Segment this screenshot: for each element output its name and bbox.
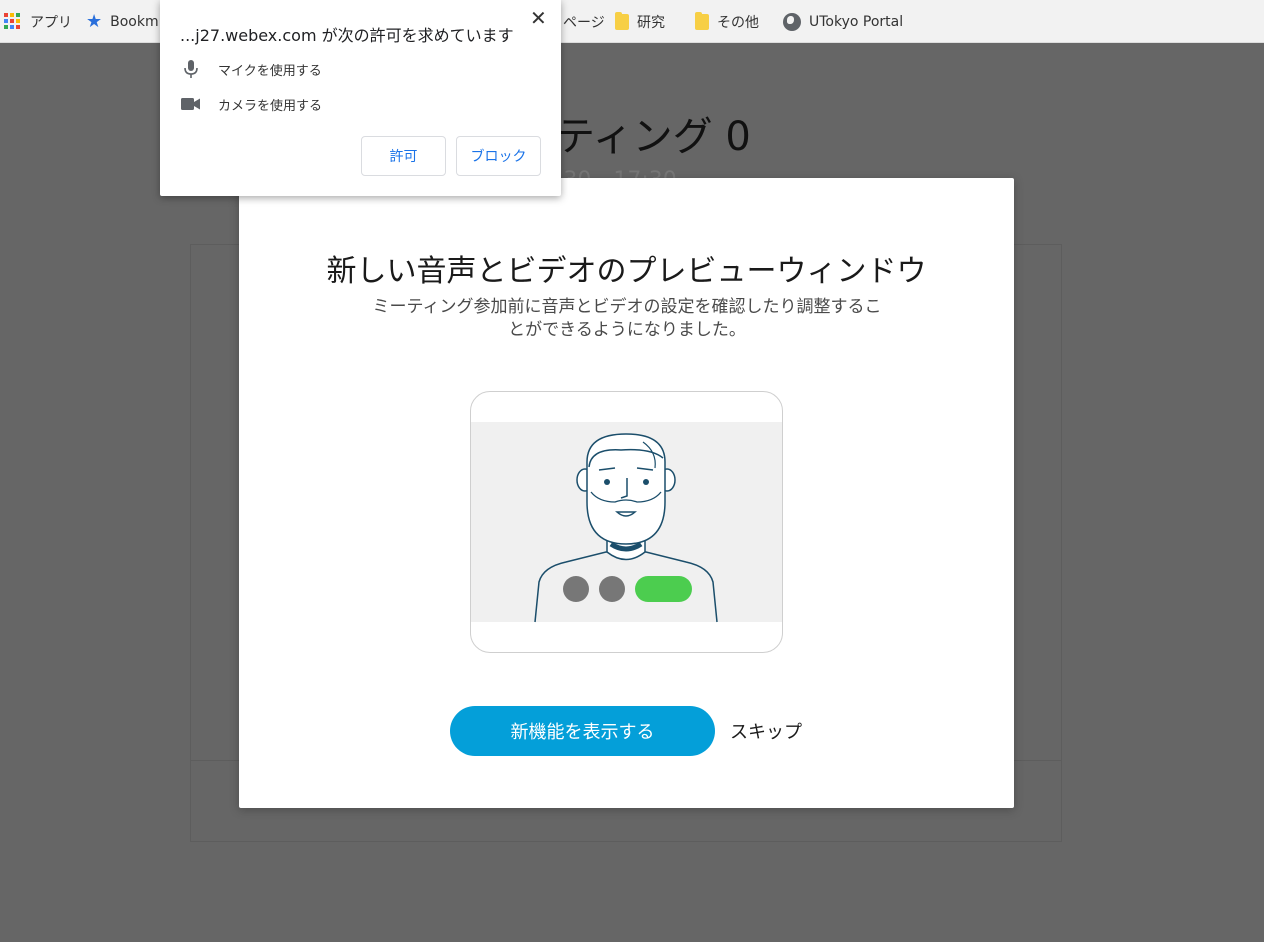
- permission-mic-row: マイクを使用する: [180, 58, 322, 80]
- permission-title: ...j27.webex.com が次の許可を求めています: [180, 26, 514, 45]
- bookmark-bookmarks[interactable]: ★ Bookm: [86, 0, 159, 43]
- bookmark-research[interactable]: 研究: [615, 0, 665, 43]
- description-line-1: ミーティング参加前に音声とビデオの設定を確認したり調整するこ: [372, 297, 882, 317]
- bookmark-bookmarks-label: Bookm: [110, 13, 159, 30]
- globe-icon: [783, 12, 801, 31]
- dialog-description: ミーティング参加前に音声とビデオの設定を確認したり調整するこ とができるようにな…: [327, 296, 927, 342]
- skip-button[interactable]: スキップ: [730, 718, 802, 744]
- folder-icon: [695, 11, 709, 30]
- bookmark-research-label: 研究: [637, 14, 665, 31]
- bookmark-utokyo-portal[interactable]: UTokyo Portal: [783, 0, 903, 43]
- permission-popup: ...j27.webex.com が次の許可を求めています ✕ マイクを使用する…: [160, 0, 561, 196]
- allow-button[interactable]: 許可: [361, 136, 446, 176]
- dialog-title: 新しい音声とビデオのプレビューウィンドウ: [326, 254, 927, 289]
- bookmark-other-label: その他: [717, 14, 759, 31]
- close-icon[interactable]: ✕: [530, 6, 547, 30]
- camera-icon: [180, 93, 202, 115]
- microphone-icon: [180, 58, 202, 80]
- preview-illustration: [470, 391, 783, 653]
- bookmark-apps-label: アプリ: [30, 14, 72, 31]
- bookmark-portal-label: UTokyo Portal: [809, 13, 904, 30]
- person-illustration: [471, 422, 782, 623]
- bookmark-page-label: ページ: [563, 14, 605, 31]
- bookmark-apps[interactable]: アプリ: [4, 0, 72, 43]
- bookmark-page[interactable]: ページ: [563, 0, 605, 43]
- permission-mic-label: マイクを使用する: [218, 63, 322, 79]
- block-button[interactable]: ブロック: [456, 136, 541, 176]
- star-icon: ★: [86, 10, 103, 32]
- bookmark-other[interactable]: その他: [695, 0, 759, 43]
- permission-camera-label: カメラを使用する: [218, 98, 323, 114]
- folder-icon: [615, 11, 629, 30]
- show-new-feature-button[interactable]: 新機能を表示する: [450, 706, 715, 756]
- meeting-title: ティング 0: [555, 114, 751, 160]
- description-line-2: とができるようになりました。: [508, 320, 746, 340]
- feature-intro-dialog: 新しい音声とビデオのプレビューウィンドウ ミーティング参加前に音声とビデオの設定…: [239, 178, 1014, 808]
- permission-camera-row: カメラを使用する: [180, 93, 322, 115]
- apps-grid-icon: [4, 12, 22, 31]
